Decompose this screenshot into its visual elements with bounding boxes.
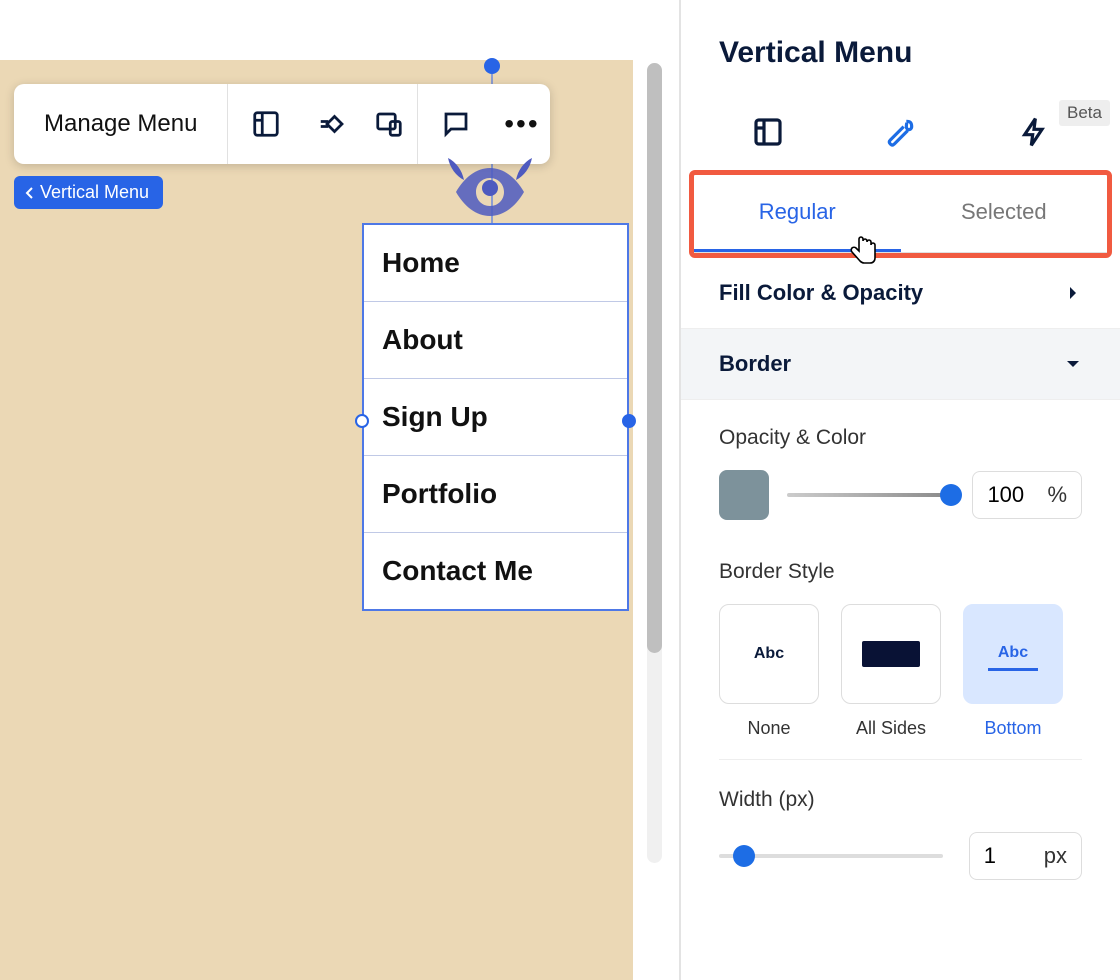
border-style-all[interactable]: All Sides [841,604,941,739]
opacity-slider[interactable] [787,493,954,497]
style-label-none: None [719,718,819,739]
width-value-box[interactable]: px [969,832,1082,880]
breadcrumb-label: Vertical Menu [40,182,149,203]
style-preview-text: Abc [988,638,1038,671]
resize-handle-left[interactable] [355,414,369,428]
width-label: Width (px) [719,788,1082,812]
chevron-left-icon [24,186,36,200]
design-tab-icon[interactable] [881,112,921,152]
opacity-unit: % [1047,482,1067,508]
tab-selected[interactable]: Selected [901,175,1108,252]
width-input[interactable] [984,843,1036,869]
top-anchor-handle[interactable] [484,58,500,74]
border-section-body: Opacity & Color % Border Style Abc None … [681,400,1120,880]
menu-item-about[interactable]: About [364,302,627,379]
border-section-label: Border [719,351,791,377]
width-unit: px [1044,843,1067,869]
border-color-swatch[interactable] [719,470,769,520]
manage-menu-button[interactable]: Manage Menu [14,110,227,138]
resize-handle-right[interactable] [622,414,636,428]
decorative-logo-icon [430,150,550,220]
border-section-header[interactable]: Border [681,329,1120,400]
fill-section-header[interactable]: Fill Color & Opacity [681,258,1120,329]
opacity-value-box[interactable]: % [972,471,1082,519]
layout-tab-icon[interactable] [748,112,788,152]
layout-icon[interactable] [228,84,303,164]
style-label-all: All Sides [841,718,941,739]
opacity-input[interactable] [987,482,1039,508]
style-preview-rect [862,641,920,667]
beta-badge: Beta [1059,100,1110,126]
style-preview-text: Abc [754,645,784,663]
opacity-color-label: Opacity & Color [719,426,1082,450]
state-tabs-highlight: Regular Selected [689,170,1112,258]
inspector-panel: Vertical Menu Beta Regular Selected Fill… [681,0,1120,980]
border-style-none[interactable]: Abc None [719,604,819,739]
cursor-hand-icon [846,233,882,269]
fill-section-label: Fill Color & Opacity [719,280,923,306]
opacity-slider-thumb[interactable] [940,484,962,506]
separator [719,759,1082,760]
panel-mode-tabs: Beta [681,94,1120,170]
transition-icon[interactable] [303,84,360,164]
chevron-down-icon [1064,355,1082,373]
responsive-icon[interactable] [360,84,417,164]
menu-item-portfolio[interactable]: Portfolio [364,456,627,533]
panel-title: Vertical Menu [681,0,1120,94]
chevron-right-icon [1064,284,1082,302]
canvas-area: Manage Menu ••• Vertical Menu Home About [0,0,680,980]
menu-item-signup[interactable]: Sign Up [364,379,627,456]
vertical-menu-component[interactable]: Home About Sign Up Portfolio Contact Me [362,223,629,611]
width-slider[interactable] [719,854,943,858]
width-slider-thumb[interactable] [733,845,755,867]
breadcrumb[interactable]: Vertical Menu [14,176,163,209]
menu-item-home[interactable]: Home [364,225,627,302]
interactions-tab-icon[interactable] [1014,112,1054,152]
border-style-label: Border Style [719,560,1082,584]
menu-item-contact[interactable]: Contact Me [364,533,627,609]
style-label-bottom: Bottom [963,718,1063,739]
border-style-bottom[interactable]: Abc Bottom [963,604,1063,739]
scrollbar-thumb[interactable] [647,63,662,653]
